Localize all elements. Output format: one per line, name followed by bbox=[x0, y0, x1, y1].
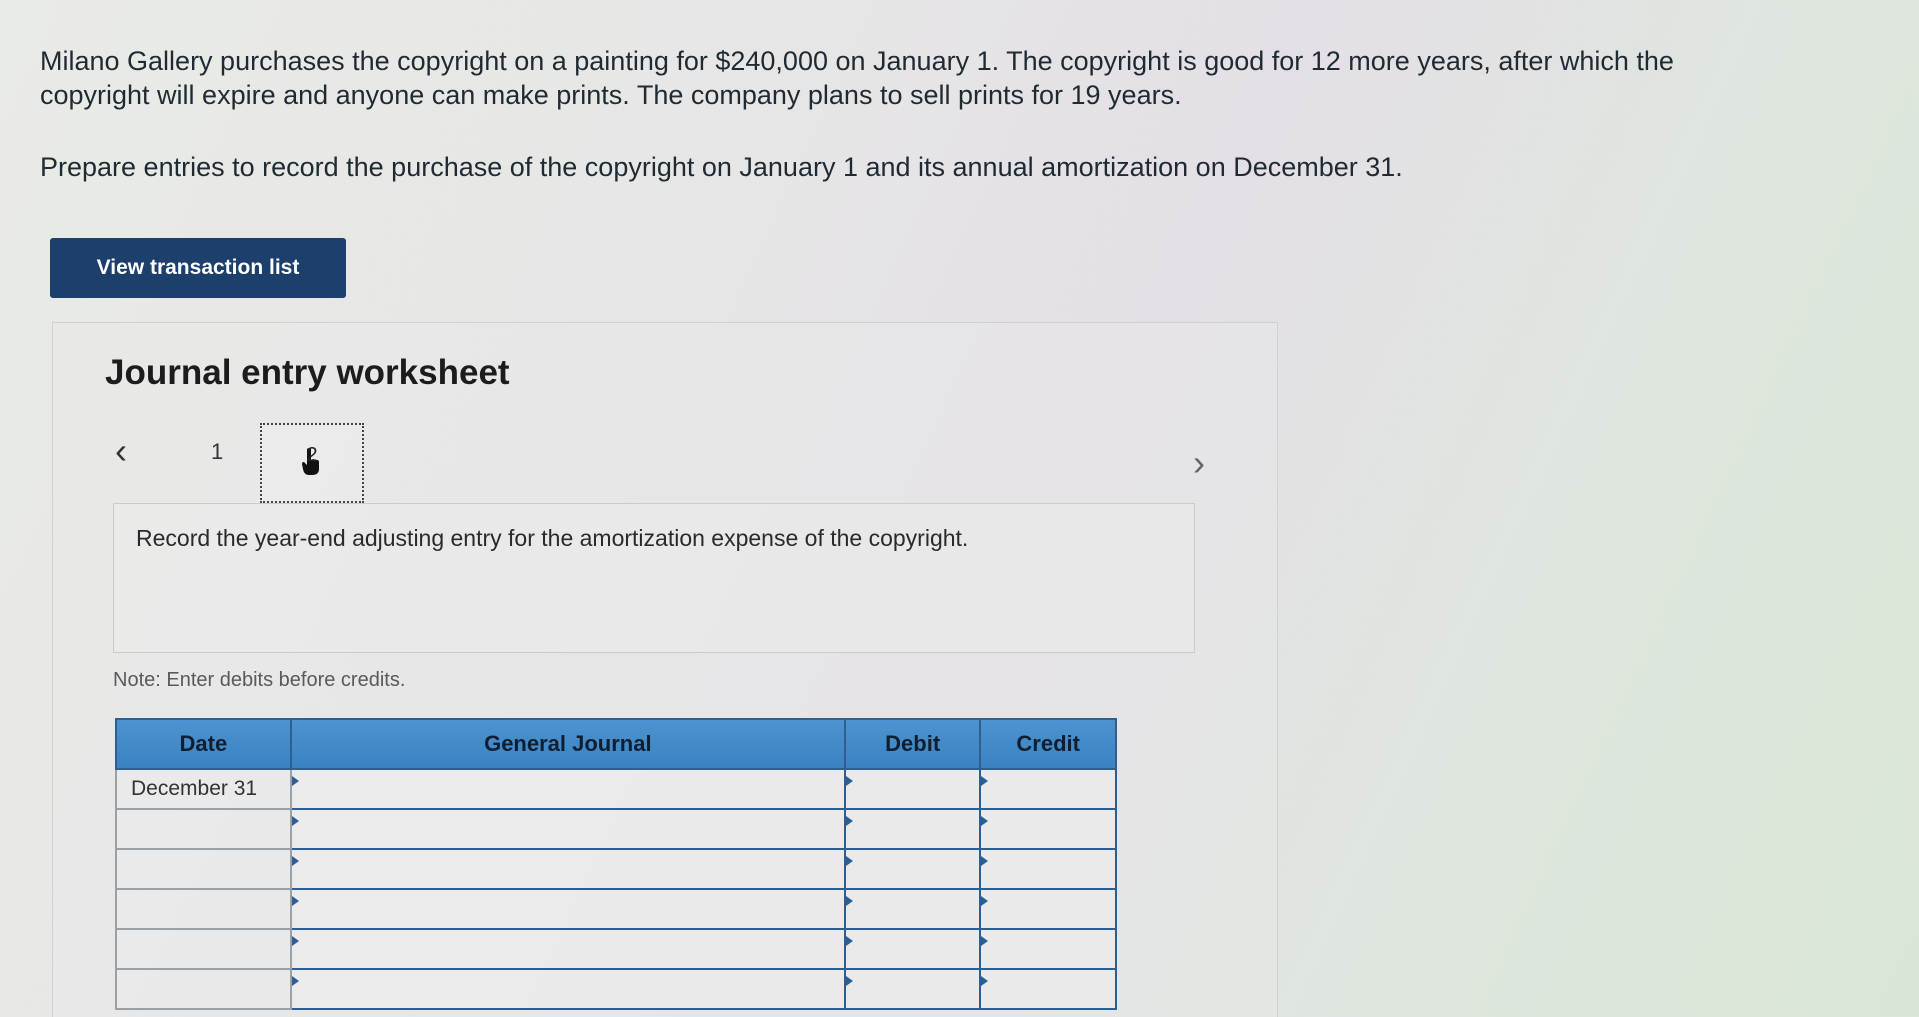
account-input[interactable] bbox=[289, 928, 846, 970]
account-input[interactable] bbox=[289, 968, 846, 1010]
header-date: Date bbox=[115, 718, 292, 770]
credit-input[interactable] bbox=[979, 848, 1117, 890]
debit-input[interactable] bbox=[843, 968, 982, 1010]
problem-statement: Milano Gallery purchases the copyright o… bbox=[40, 44, 1780, 184]
note-text: Note: Enter debits before credits. bbox=[113, 669, 406, 691]
account-input[interactable] bbox=[289, 888, 846, 930]
date-cell[interactable] bbox=[115, 888, 292, 930]
debit-input[interactable] bbox=[843, 928, 982, 970]
page-tab-2-label: 2 bbox=[306, 443, 318, 466]
credit-input[interactable] bbox=[979, 928, 1117, 970]
credit-input[interactable] bbox=[979, 888, 1117, 930]
problem-paragraph-1: Milano Gallery purchases the copyright o… bbox=[40, 46, 1674, 110]
problem-paragraph-2: Prepare entries to record the purchase o… bbox=[40, 152, 1403, 182]
chevron-left-icon[interactable]: ‹ bbox=[115, 433, 127, 469]
view-transaction-list-button[interactable]: View transaction list bbox=[50, 238, 346, 298]
header-general-journal: General Journal bbox=[289, 718, 846, 770]
date-cell[interactable] bbox=[115, 968, 292, 1010]
account-input[interactable] bbox=[289, 768, 846, 810]
page-tab-2[interactable]: 2 bbox=[260, 423, 364, 503]
account-input[interactable] bbox=[289, 848, 846, 890]
date-cell[interactable] bbox=[115, 808, 292, 850]
debit-input[interactable] bbox=[843, 768, 982, 810]
table-header-row: Date General Journal Debit Credit bbox=[115, 718, 1117, 770]
debit-input[interactable] bbox=[843, 888, 982, 930]
credit-input[interactable] bbox=[979, 968, 1117, 1010]
account-input[interactable] bbox=[289, 808, 846, 850]
chevron-right-icon[interactable]: › bbox=[1193, 445, 1205, 481]
table-row bbox=[115, 888, 1117, 930]
debit-input[interactable] bbox=[843, 848, 982, 890]
table-row bbox=[115, 928, 1117, 970]
worksheet-title: Journal entry worksheet bbox=[105, 353, 510, 392]
debit-input[interactable] bbox=[843, 808, 982, 850]
instruction-box: Record the year-end adjusting entry for … bbox=[113, 503, 1195, 653]
page-tab-1[interactable]: 1 bbox=[211, 439, 223, 465]
date-cell[interactable] bbox=[115, 848, 292, 890]
table-row: December 31 bbox=[115, 768, 1117, 810]
date-cell[interactable]: December 31 bbox=[115, 768, 292, 810]
journal-entry-worksheet: Journal entry worksheet ‹ 1 2 › Record t… bbox=[52, 322, 1278, 1017]
header-credit: Credit bbox=[979, 718, 1117, 770]
header-debit: Debit bbox=[843, 718, 982, 770]
credit-input[interactable] bbox=[979, 808, 1117, 850]
date-cell[interactable] bbox=[115, 928, 292, 970]
instruction-text: Record the year-end adjusting entry for … bbox=[136, 525, 969, 551]
table-row bbox=[115, 848, 1117, 890]
table-row bbox=[115, 968, 1117, 1010]
general-journal-table: Date General Journal Debit Credit Decemb… bbox=[115, 718, 1117, 1010]
credit-input[interactable] bbox=[979, 768, 1117, 810]
table-row bbox=[115, 808, 1117, 850]
